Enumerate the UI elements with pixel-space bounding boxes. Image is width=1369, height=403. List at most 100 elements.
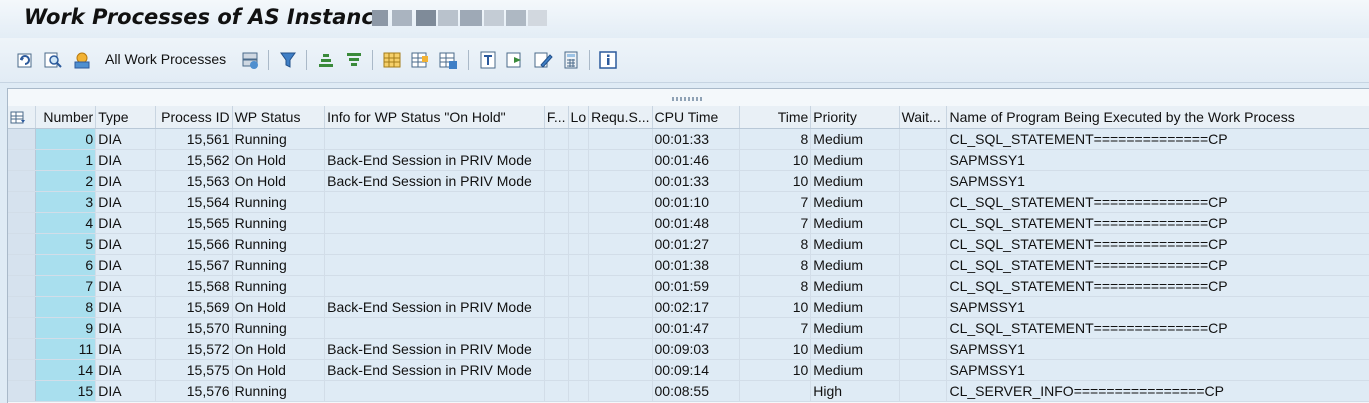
info-icon[interactable]	[598, 50, 618, 70]
column-header-lo[interactable]: Lo	[568, 106, 590, 129]
cell-wait	[899, 359, 948, 381]
row-selector[interactable]	[8, 338, 37, 360]
row-selector[interactable]	[8, 275, 37, 297]
cell-cpu-time: 00:02:17	[652, 296, 741, 318]
cell-number: 6	[35, 254, 97, 276]
cell-f	[544, 191, 569, 213]
cell-requ-s	[588, 317, 653, 339]
table-row[interactable]: 14 DIA 15,575 On Hold Back-End Session in PR…	[8, 359, 1369, 381]
column-settings-icon[interactable]	[8, 106, 37, 129]
row-selector[interactable]	[8, 149, 37, 171]
cell-number: 15	[35, 380, 97, 402]
table-row[interactable]: 4 DIA 15,565 Running 00:01:48 7 Medium CL_SQL_S…	[8, 212, 1369, 234]
cell-number: 7	[35, 275, 97, 297]
row-selector[interactable]	[8, 296, 37, 318]
cell-wp-status: Running	[232, 233, 326, 255]
columns-icon[interactable]	[410, 50, 430, 70]
table-row[interactable]: 3 DIA 15,564 Running 00:01:10 7 Medium CL_SQL_S…	[8, 191, 1369, 213]
cell-time: 8	[739, 233, 812, 255]
export-icon[interactable]	[438, 50, 458, 70]
cell-number: 1	[35, 149, 97, 171]
column-header-process-id[interactable]: Process ID	[155, 106, 233, 129]
cell-time: 8	[739, 275, 812, 297]
column-header-time[interactable]: Time	[739, 106, 812, 129]
refresh-icon[interactable]	[15, 50, 35, 70]
toolbar-separator	[589, 50, 590, 70]
cell-requ-s	[588, 359, 653, 381]
cell-cpu-time: 00:01:27	[652, 233, 741, 255]
table-row[interactable]: 5 DIA 15,566 Running 00:01:27 8 Medium CL_SQL_S…	[8, 233, 1369, 255]
cell-process-id: 15,569	[155, 296, 233, 318]
row-selector[interactable]	[8, 212, 37, 234]
cell-cpu-time: 00:01:38	[652, 254, 741, 276]
cell-process-id: 15,563	[155, 170, 233, 192]
cell-type: DIA	[95, 254, 156, 276]
edit-icon[interactable]	[533, 50, 553, 70]
cell-type: DIA	[95, 317, 156, 339]
cell-wp-status: Running	[232, 191, 326, 213]
table-row[interactable]: 1 DIA 15,562 On Hold Back-End Session in PRI…	[8, 149, 1369, 171]
cell-priority: Medium	[810, 170, 900, 192]
details-icon[interactable]	[43, 50, 63, 70]
cell-lo	[568, 317, 590, 339]
cell-info	[324, 233, 545, 255]
cell-program-name: CL_SQL_STATEMENT==============CP	[946, 212, 1369, 234]
column-header-info-on-hold[interactable]: Info for WP Status "On Hold"	[324, 106, 545, 129]
cell-f	[544, 212, 569, 234]
restart-icon[interactable]	[240, 50, 260, 70]
table-row[interactable]: 6 DIA 15,567 Running 00:01:38 8 Medium CL_SQL_S…	[8, 254, 1369, 276]
all-work-processes-button[interactable]: All Work Processes	[105, 51, 226, 67]
table-row[interactable]: 0 DIA 15,561 Running 00:01:33 8 Medium CL_SQL_S…	[8, 128, 1369, 150]
layout-icon[interactable]	[382, 50, 402, 70]
column-header-number[interactable]: Number	[35, 106, 97, 129]
cell-wait	[899, 338, 948, 360]
cell-program-name: SAPMSSY1	[946, 170, 1369, 192]
cell-requ-s	[588, 254, 653, 276]
column-header-priority[interactable]: Priority	[810, 106, 900, 129]
row-selector[interactable]	[8, 380, 37, 402]
calculator-icon[interactable]	[561, 50, 581, 70]
application-toolbar: All Work Processes	[0, 38, 1369, 83]
row-selector[interactable]	[8, 254, 37, 276]
cell-cpu-time: 00:09:03	[652, 338, 741, 360]
cell-f	[544, 380, 569, 402]
row-selector[interactable]	[8, 170, 37, 192]
table-row[interactable]: 11 DIA 15,572 On Hold Back-End Session in PR…	[8, 338, 1369, 360]
sort-ascending-icon[interactable]	[316, 50, 336, 70]
row-selector[interactable]	[8, 128, 37, 150]
cell-info	[324, 212, 545, 234]
spreadsheet-icon[interactable]	[505, 50, 525, 70]
cell-type: DIA	[95, 380, 156, 402]
cell-priority: Medium	[810, 212, 900, 234]
cell-lo	[568, 254, 590, 276]
filter-icon[interactable]	[278, 50, 298, 70]
row-selector[interactable]	[8, 191, 37, 213]
print-icon[interactable]	[478, 50, 498, 70]
column-header-program-name[interactable]: Name of Program Being Executed by the Wo…	[946, 106, 1369, 129]
column-header-requ-s[interactable]: Requ.S...	[588, 106, 653, 129]
row-selector[interactable]	[8, 233, 37, 255]
table-row[interactable]: 8 DIA 15,569 On Hold Back-End Session in PRI…	[8, 296, 1369, 318]
sort-descending-icon[interactable]	[344, 50, 364, 70]
cell-info: Back-End Session in PRIV Mode	[324, 170, 545, 192]
row-selector[interactable]	[8, 317, 37, 339]
column-header-wait[interactable]: Wait...	[899, 106, 948, 129]
table-row[interactable]: 7 DIA 15,568 Running 00:01:59 8 Medium CL_SQL_S…	[8, 275, 1369, 297]
cell-priority: Medium	[810, 275, 900, 297]
column-header-f[interactable]: F...	[544, 106, 569, 129]
table-row[interactable]: 9 DIA 15,570 Running 00:01:47 7 Medium CL_SQL_S…	[8, 317, 1369, 339]
column-header-cpu-time[interactable]: CPU Time	[652, 106, 741, 129]
table-row[interactable]: 2 DIA 15,563 On Hold Back-End Session in PRI…	[8, 170, 1369, 192]
cell-program-name: CL_SQL_STATEMENT==============CP	[946, 254, 1369, 276]
cell-time: 8	[739, 254, 812, 276]
resize-handle[interactable]	[672, 97, 702, 101]
toolbar-separator	[372, 50, 373, 70]
table-row[interactable]: 15 DIA 15,576 Running 00:08:55 High CL_SERVER_…	[8, 380, 1369, 402]
cell-program-name: CL_SERVER_INFO================CP	[946, 380, 1369, 402]
row-selector[interactable]	[8, 359, 37, 381]
cell-type: DIA	[95, 170, 156, 192]
column-header-type[interactable]: Type	[95, 106, 156, 129]
column-header-wp-status[interactable]: WP Status	[232, 106, 326, 129]
cpu-icon[interactable]	[72, 50, 92, 70]
cell-program-name: SAPMSSY1	[946, 338, 1369, 360]
